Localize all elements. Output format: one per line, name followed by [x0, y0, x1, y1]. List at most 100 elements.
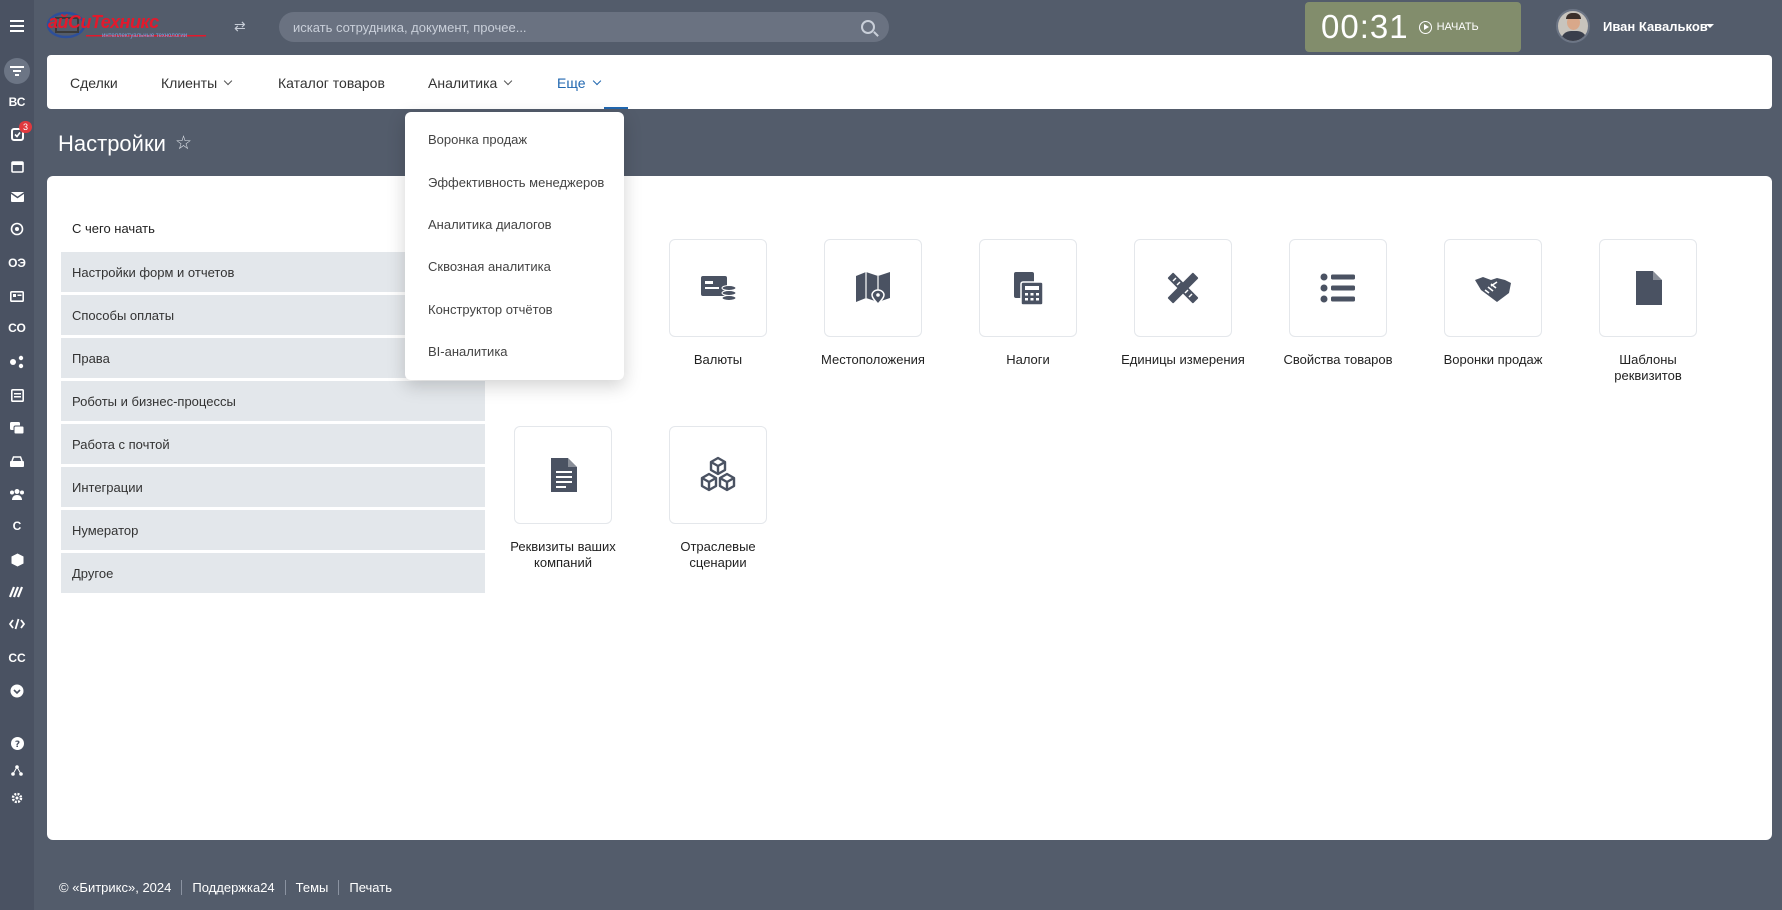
- search-input[interactable]: [293, 19, 861, 35]
- code-icon[interactable]: [0, 611, 34, 637]
- tile-label-sales-funnels: Воронки продаж: [1443, 352, 1543, 367]
- footer-print-link[interactable]: Печать: [338, 880, 402, 895]
- marketplace-icon[interactable]: [0, 579, 34, 605]
- tile-label-requisite-templates: Шаблоны реквизитов: [1614, 352, 1682, 383]
- svg-text:?: ?: [14, 740, 19, 750]
- nav-item-analytics[interactable]: Аналитика: [428, 75, 513, 91]
- box-icon[interactable]: [0, 547, 34, 573]
- sidebar-heading[interactable]: С чего начать: [72, 221, 155, 236]
- map-pin-icon: [856, 272, 890, 306]
- avatar[interactable]: [1556, 9, 1590, 43]
- nav-item-deals[interactable]: Сделки: [70, 75, 118, 91]
- search-bar: [279, 12, 889, 42]
- tile-label-taxes: Налоги: [1006, 352, 1050, 367]
- rail-item-so[interactable]: СО: [0, 315, 34, 341]
- tile-label-industry-scenarios: Отраслевые сценарии: [680, 539, 756, 570]
- dropdown-item-dialog-analytics[interactable]: Аналитика диалогов: [428, 217, 552, 232]
- cubes-icon: [700, 456, 736, 492]
- analytics-dropdown: Воронка продаж Эффективность менеджеров …: [405, 112, 624, 380]
- sitemap-icon[interactable]: [0, 757, 34, 783]
- tile-locations[interactable]: [824, 239, 922, 337]
- nav-item-analytics-tab: Аналитика: [405, 61, 534, 109]
- filter-icon[interactable]: [4, 58, 30, 84]
- tasks-icon[interactable]: 3: [0, 121, 34, 147]
- gear-icon[interactable]: [0, 785, 34, 811]
- ruler-pencil-icon: [1167, 272, 1199, 304]
- footer-support-link[interactable]: Поддержка24: [181, 880, 284, 895]
- worktime-widget[interactable]: 00:31 НАЧАТЬ: [1305, 2, 1521, 52]
- tile-requisite-templates[interactable]: [1599, 239, 1697, 337]
- page-title: Настройки: [58, 131, 166, 156]
- tile-label-currencies: Валюты: [693, 352, 743, 367]
- connections-icon[interactable]: [0, 349, 34, 375]
- dropdown-item-manager-efficiency[interactable]: Эффективность менеджеров: [428, 175, 604, 190]
- start-button[interactable]: НАЧАТЬ: [1418, 20, 1479, 34]
- sidebar-item-numerator[interactable]: Нумератор: [61, 510, 485, 550]
- tile-company-requisites[interactable]: [514, 426, 612, 524]
- news-icon[interactable]: [0, 382, 34, 408]
- search-icon[interactable]: [861, 20, 875, 34]
- list-icon: [1320, 273, 1355, 303]
- nav-item-more[interactable]: Еще: [557, 75, 601, 91]
- dropdown-item-report-builder[interactable]: Конструктор отчётов: [428, 302, 553, 317]
- footer: © «Битрикс», 2024 Поддержка24 Темы Печат…: [59, 880, 402, 895]
- handshake-icon: [1475, 277, 1511, 302]
- dropdown-item-bi-analytics[interactable]: BI-аналитика: [428, 344, 508, 359]
- chevron-down-icon: [504, 76, 513, 86]
- logo-text: айСиТехникс: [48, 12, 159, 32]
- calculator-icon: [1014, 272, 1044, 306]
- left-rail: ВС 3 ОЭ СО С СС ?: [0, 0, 34, 910]
- play-icon: [1418, 20, 1432, 34]
- tile-label-company-requisites: Реквизиты ваших компаний: [510, 539, 616, 570]
- top-nav: Сделки Клиенты Каталог товаров Еще: [47, 55, 1772, 109]
- more-down-icon[interactable]: [0, 678, 34, 704]
- sidebar-item-robots[interactable]: Роботы и бизнес-процессы: [61, 381, 485, 421]
- content-panel: С чего начать Настройки форм и отчетов С…: [47, 176, 1772, 840]
- footer-themes-link[interactable]: Темы: [284, 880, 339, 895]
- document-icon: [551, 458, 577, 492]
- sidebar-item-integrations[interactable]: Интеграции: [61, 467, 485, 507]
- tile-taxes[interactable]: [979, 239, 1077, 337]
- start-label: НАЧАТЬ: [1436, 21, 1479, 33]
- tile-currencies[interactable]: [669, 239, 767, 337]
- tile-units[interactable]: [1134, 239, 1232, 337]
- user-menu-caret-icon[interactable]: [1706, 24, 1714, 28]
- chevron-down-icon: [223, 76, 233, 86]
- tile-label-units: Единицы измерения: [1121, 352, 1245, 367]
- sidebar-item-other[interactable]: Другое: [61, 553, 485, 593]
- logo-subtitle: интеллектуальные технологии: [102, 33, 188, 39]
- tile-product-properties[interactable]: [1289, 239, 1387, 337]
- tasks-badge: 3: [18, 121, 32, 133]
- swap-icon[interactable]: ⇄: [234, 18, 246, 35]
- rail-item-vs[interactable]: ВС: [0, 89, 34, 115]
- footer-copyright: © «Битрикс», 2024: [59, 880, 172, 895]
- tile-sales-funnels[interactable]: [1444, 239, 1542, 337]
- dropdown-item-end-to-end-analytics[interactable]: Сквозная аналитика: [428, 259, 551, 274]
- tile-label-locations: Местоположения: [821, 352, 925, 367]
- user-name[interactable]: Иван Кавальков: [1603, 19, 1708, 34]
- group-icon[interactable]: [0, 481, 34, 507]
- menu-icon[interactable]: [10, 20, 24, 32]
- chevron-down-icon: [592, 76, 601, 86]
- contact-card-icon[interactable]: [0, 283, 34, 309]
- mail-icon[interactable]: [0, 184, 34, 210]
- tile-industry-scenarios[interactable]: [669, 426, 767, 524]
- nav-item-catalog[interactable]: Каталог товаров: [278, 75, 385, 91]
- target-icon[interactable]: [0, 216, 34, 242]
- dropdown-item-sales-funnel[interactable]: Воронка продаж: [428, 132, 527, 147]
- nav-item-clients[interactable]: Клиенты: [161, 75, 233, 91]
- tile-label-product-properties: Свойства товаров: [1283, 352, 1393, 367]
- chat-icon[interactable]: [0, 415, 34, 441]
- star-icon[interactable]: ☆: [175, 132, 192, 155]
- sidebar-item-mail[interactable]: Работа с почтой: [61, 424, 485, 464]
- file-icon: [1636, 271, 1662, 305]
- currency-icon: [701, 276, 737, 301]
- rail-item-ss[interactable]: СС: [0, 645, 34, 671]
- calendar-icon[interactable]: [0, 153, 34, 179]
- active-tab-underline: [604, 107, 628, 109]
- timer-time: 00:31: [1321, 8, 1409, 45]
- help-icon[interactable]: ?: [0, 730, 34, 756]
- rail-item-s[interactable]: С: [0, 513, 34, 539]
- inbox-icon[interactable]: [0, 448, 34, 474]
- rail-item-oe[interactable]: ОЭ: [0, 250, 34, 276]
